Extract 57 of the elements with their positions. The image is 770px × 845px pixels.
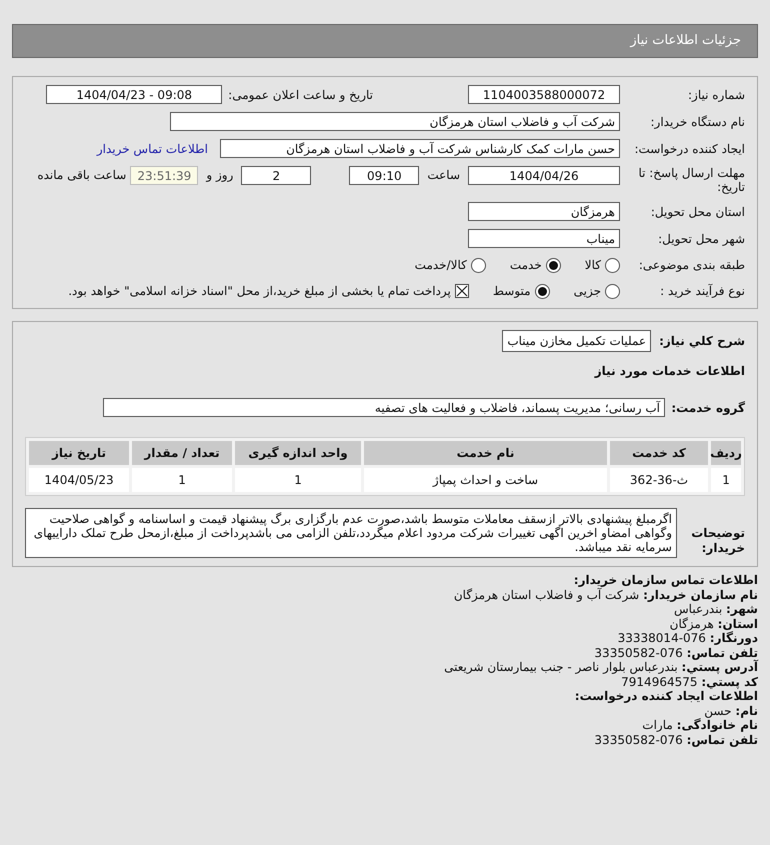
radio-option[interactable]: کالا/خدمت (414, 256, 486, 274)
deadline-time-field: 09:10 (349, 166, 420, 185)
field-label: تاریخ و ساعت اعلان عمومی: (228, 86, 373, 104)
column-header: ردیف (711, 441, 741, 465)
table-cell: 1 (132, 468, 232, 492)
field-label: مهلت ارسال پاسخ: تا تاریخ: (637, 166, 745, 194)
contact-line: اطلاعات تماس سازمان خریدار: (572, 573, 758, 588)
radio-option[interactable]: جزیی (574, 282, 620, 300)
field-label: شرح کلي نیاز: (659, 333, 745, 350)
column-header: واحد اندازه گیری (235, 441, 361, 465)
section-title: اطلاعات خدمات مورد نیاز (593, 363, 745, 380)
table-cell: 1404/05/23 (29, 468, 129, 492)
table-cell: ساخت و احداث پمپاژ (364, 468, 607, 492)
radio-option[interactable]: خدمت (510, 256, 561, 274)
remaining-time-field: 23:51:39 (130, 166, 198, 185)
column-header: تعداد / مقدار (132, 441, 232, 465)
column-header: تاریخ نیاز (29, 441, 129, 465)
contact-line: اطلاعات ایجاد کننده درخواست: (574, 689, 758, 704)
announce-date-field: 1404/04/23 - 09:08 (46, 85, 222, 104)
field-label: ایجاد کننده درخواست: (633, 140, 745, 158)
buyer-contact-link[interactable]: اطلاعات تماس خریدار (96, 140, 208, 158)
column-header: نام خدمت (364, 441, 607, 465)
need-number-field: 1104003588000072 (468, 85, 620, 104)
contact-line: آدرس پستي: بندرعباس بلوار ناصر - جنب بیمارستان شریعتی (443, 660, 758, 674)
field-label: استان محل تحویل: (650, 204, 745, 220)
field-label: نوع فرآیند خرید : (659, 283, 745, 300)
table-cell: 1 (711, 468, 741, 492)
creator-field: حسن مارات کمک کارشناس شرکت آب و فاضلاب استان هرمزگان (220, 139, 620, 158)
province-field: هرمزگان (468, 202, 620, 221)
payment-checkbox[interactable]: پرداخت تمام یا بخشی از مبلغ خرید،از محل "اسناد خزانه اسلامی" خواهد بود. (68, 282, 469, 300)
contact-line: نام خانوادگی: مارات (641, 718, 758, 732)
buyer-field: شرکت آب و فاضلاب استان هرمزگان (170, 112, 620, 131)
field-label: توضیحات خریدار: (690, 525, 745, 556)
field-label: شهر محل تحویل: (657, 230, 745, 248)
field-label: ساعت (427, 168, 460, 182)
contact-line: شهر: بندرعباس (673, 602, 758, 616)
page-header: جزئیات اطلاعات نیاز (12, 24, 758, 58)
column-header: کد خدمت (610, 441, 708, 465)
field-label: شماره نیاز: (687, 86, 745, 104)
days-field: 2 (241, 166, 312, 185)
cross-mark-icon (456, 285, 468, 297)
contact-line: نام سازمان خریدار: شرکت آب و فاضلاب استان هرمزگان (452, 588, 758, 602)
field-label: گروه خدمت: (670, 400, 745, 416)
field-label: ساعت باقی مانده (37, 168, 126, 182)
table-cell: 1 (235, 468, 361, 492)
contact-line: استان: هرمزگان (668, 616, 758, 631)
city-field: میناب (468, 229, 620, 248)
service-group-field: آب رسانی؛ مدیریت پسماند، فاضلاب و فعالیت های تصفیه (103, 398, 665, 417)
field-label: نام دستگاه خریدار: (650, 114, 745, 130)
radio-option[interactable]: کالا (584, 256, 620, 274)
deadline-date-field: 1404/04/26 (468, 166, 620, 185)
table-cell: ث-36-362 (610, 468, 708, 492)
radio-option[interactable]: متوسط (492, 282, 550, 300)
field-label: روز و (206, 168, 234, 182)
contact-line: نام: حسن (703, 704, 758, 718)
buyer-notes: اگرمبلغ پیشنهادی بالاتر ازسقف معاملات متوسط باشد،صورت عدم بارگزاری برگ پیشنهاد قیمت و اساسنامه و گواهی صلاحیت وگواهی امضاو اخرین اگهی تغییرات شرکت مردود اعلام میگردد،تلفن الزامی می باشدپرداخت از مبلغ،ازمحل طرح تملک داراییهای سرمایه نقد میباشد. (25, 508, 677, 558)
summary-field: عملیات تکمیل مخازن میناب (502, 330, 652, 352)
